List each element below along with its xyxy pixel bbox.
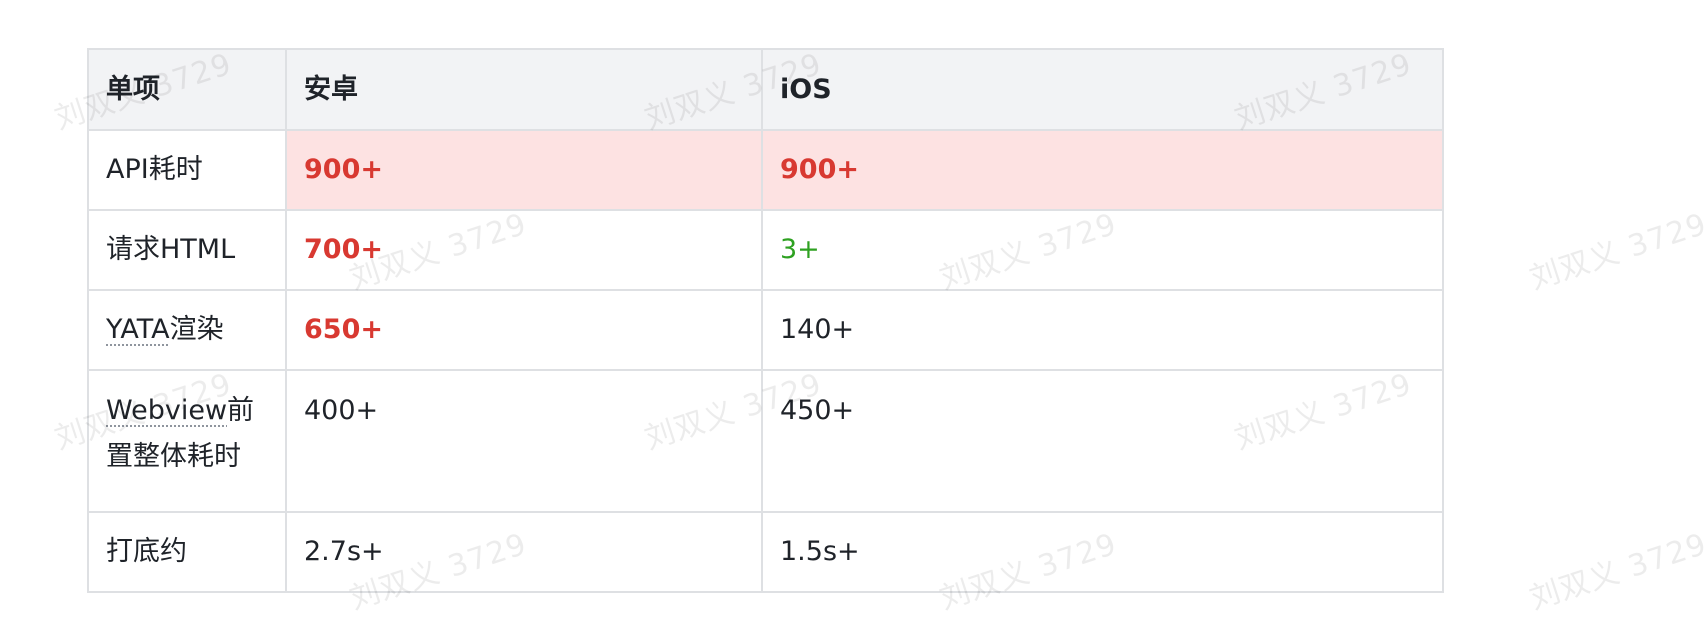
ios-value: 450+	[761, 369, 1444, 513]
row-label-suffix: 渲染	[169, 314, 224, 345]
header-android: 安卓	[285, 48, 763, 131]
ios-value: 3+	[761, 209, 1444, 291]
term-link[interactable]: YATA	[106, 314, 170, 345]
ios-value: 900+	[761, 129, 1444, 211]
android-value: 2.7s+	[285, 511, 763, 593]
watermark: 刘双义 3729	[1525, 526, 1708, 617]
table-row: Webview前置整体耗时 400+ 450+	[87, 369, 1444, 513]
row-label: 请求HTML	[87, 209, 287, 291]
ios-value: 1.5s+	[761, 511, 1444, 593]
table-header-row: 单项 安卓 iOS	[87, 48, 1444, 131]
android-value: 400+	[285, 369, 763, 513]
row-label: 打底约	[87, 511, 287, 593]
row-label: API耗时	[87, 129, 287, 211]
header-ios: iOS	[761, 48, 1444, 131]
android-value: 700+	[285, 209, 763, 291]
android-value: 650+	[285, 289, 763, 371]
row-label: YATA渲染	[87, 289, 287, 371]
row-label: Webview前置整体耗时	[87, 369, 287, 513]
table-row: API耗时 900+ 900+	[87, 129, 1444, 211]
timing-comparison-table: 单项 安卓 iOS API耗时 900+ 900+ 请求HTML 700+ 3+…	[87, 48, 1444, 593]
ios-value: 140+	[761, 289, 1444, 371]
term-link[interactable]: Webview	[106, 395, 227, 426]
table-row: YATA渲染 650+ 140+	[87, 289, 1444, 371]
android-value: 900+	[285, 129, 763, 211]
table-row: 打底约 2.7s+ 1.5s+	[87, 511, 1444, 593]
watermark: 刘双义 3729	[1525, 206, 1708, 297]
table-row: 请求HTML 700+ 3+	[87, 209, 1444, 291]
header-item: 单项	[87, 48, 287, 131]
